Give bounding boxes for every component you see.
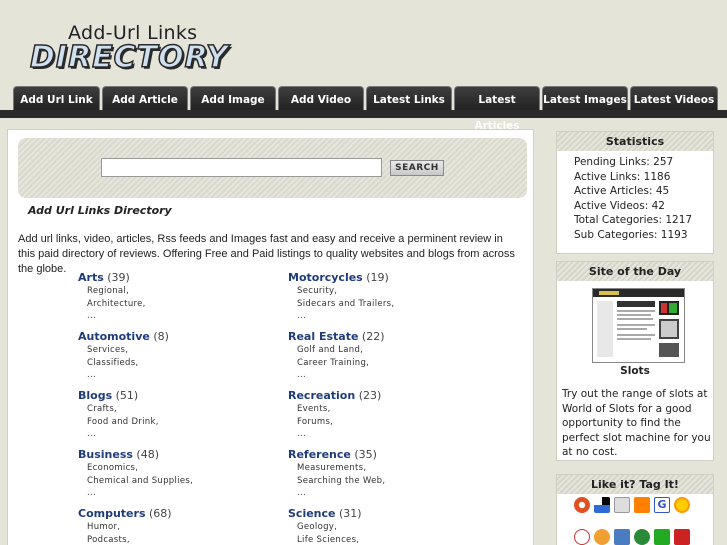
category-computers: Computers (68) Humor, Podcasts, [78, 507, 278, 545]
newsvine-icon[interactable] [614, 529, 630, 545]
subcategory-link[interactable]: Sidecars and Trailers, [288, 298, 488, 311]
statistics-title: Statistics [557, 132, 713, 151]
bookmark-icons-row-2 [574, 529, 690, 545]
category-reference: Reference (35) Measurements, Searching t… [288, 448, 488, 500]
subcategory-link[interactable]: Classifieds, [78, 357, 278, 370]
subcategory-link[interactable]: Crafts, [78, 403, 278, 416]
stat-sub-categories: Sub Categories: 1193 [574, 228, 688, 241]
delicious-icon[interactable] [594, 497, 610, 513]
logo-subtitle[interactable]: DIRECTORY [29, 39, 229, 76]
stat-active-articles: Active Articles: 45 [574, 185, 670, 197]
subcategory-link[interactable]: Career Training, [288, 357, 488, 370]
category-count: (68) [149, 507, 172, 520]
stat-pending-links: Pending Links: 257 [574, 156, 674, 168]
category-science: Science (31) Geology, Life Sciences, [288, 507, 488, 545]
site-description: Try out the range of slots at World of S… [562, 388, 711, 458]
search-box: SEARCH [18, 138, 527, 198]
site-thumbnail[interactable] [592, 288, 685, 363]
stat-active-links: Active Links: 1186 [574, 170, 671, 183]
subcategory-link[interactable]: Forums, [288, 416, 488, 429]
reddit-icon[interactable] [574, 529, 590, 545]
site-name[interactable]: Slots [557, 365, 713, 377]
category-count: (31) [339, 507, 362, 520]
nav-bar [0, 110, 727, 118]
subcategory-link[interactable]: Life Sciences, [288, 534, 488, 545]
category-link[interactable]: Science [288, 507, 336, 520]
category-link[interactable]: Recreation [288, 389, 355, 402]
page-title: Add Url Links Directory [28, 204, 172, 217]
statistics-box: Statistics Pending Links: 257 Active Lin… [556, 131, 714, 254]
category-count: (51) [115, 389, 139, 402]
main-content: SEARCH Add Url Links Directory Add url l… [7, 129, 534, 545]
furl-icon[interactable] [634, 497, 650, 513]
category-count: (35) [354, 448, 377, 461]
subcategory-link[interactable]: Measurements, [288, 462, 488, 475]
ma-gnolia-icon[interactable] [594, 529, 610, 545]
subcategory-link[interactable]: Geology, [288, 521, 488, 534]
category-link[interactable]: Business [78, 448, 133, 461]
category-count: (23) [358, 389, 382, 402]
search-input[interactable] [101, 158, 382, 177]
category-link[interactable]: Motorcycles [288, 271, 363, 284]
subcategory-link[interactable]: Security, [288, 285, 488, 298]
category-motorcycles: Motorcycles (19) Security, Sidecars and … [288, 271, 488, 323]
subcategory-link[interactable]: Economics, [78, 462, 278, 475]
category-automotive: Automotive (8) Services, Classifieds, ..… [78, 330, 278, 382]
category-count: (39) [107, 271, 130, 284]
yahoo-myweb-icon[interactable] [674, 497, 690, 513]
category-recreation: Recreation (23) Events, Forums, ... [288, 389, 488, 441]
subcategory-link[interactable]: Golf and Land, [288, 344, 488, 357]
category-link[interactable]: Real Estate [288, 330, 358, 343]
category-link[interactable]: Arts [78, 271, 104, 284]
header: Add-Url Links DIRECTORY [0, 0, 727, 88]
subcategory-link[interactable]: Architecture, [78, 298, 278, 311]
subcategory-link[interactable]: Humor, [78, 521, 278, 534]
category-arts: Arts (39) Regional, Architecture, ... [78, 271, 278, 323]
more-link[interactable]: ... [78, 428, 278, 441]
category-real-estate: Real Estate (22) Golf and Land, Career T… [288, 330, 488, 382]
stumbleupon-icon[interactable] [634, 529, 650, 545]
tag-it-box: Like it? Tag It! G [556, 474, 714, 545]
stat-total-categories: Total Categories: 1217 [574, 214, 693, 226]
magnolia-icon[interactable] [614, 497, 630, 513]
site-of-the-day-box: Site of the Day Slots Try out the range … [556, 261, 714, 461]
main-nav: Add Url Link Add Article Add Image Add V… [0, 86, 727, 132]
subcategory-link[interactable]: Regional, [78, 285, 278, 298]
category-blogs: Blogs (51) Crafts, Food and Drink, ... [78, 389, 278, 441]
bookmark-icons-row-1: G [574, 497, 690, 513]
category-link[interactable]: Computers [78, 507, 146, 520]
subcategory-link[interactable]: Events, [288, 403, 488, 416]
more-link[interactable]: ... [78, 369, 278, 382]
digg-icon[interactable] [574, 497, 590, 513]
tag-it-title: Like it? Tag It! [557, 475, 713, 494]
subcategory-link[interactable]: Podcasts, [78, 534, 278, 545]
category-link[interactable]: Reference [288, 448, 351, 461]
subcategory-link[interactable]: Services, [78, 344, 278, 357]
more-link[interactable]: ... [78, 310, 278, 323]
category-count: (19) [366, 271, 389, 284]
more-link[interactable]: ... [288, 310, 488, 323]
subcategory-link[interactable]: Food and Drink, [78, 416, 278, 429]
site-of-the-day-title: Site of the Day [557, 262, 713, 281]
category-link[interactable]: Automotive [78, 330, 150, 343]
more-link[interactable]: ... [288, 428, 488, 441]
category-link[interactable]: Blogs [78, 389, 112, 402]
category-business: Business (48) Economics, Chemical and Su… [78, 448, 278, 500]
category-count: (48) [136, 448, 160, 461]
search-button[interactable]: SEARCH [390, 160, 444, 176]
subcategory-link[interactable]: Chemical and Supplies, [78, 475, 278, 488]
stat-active-videos: Active Videos: 42 [574, 199, 665, 212]
yahoo-icon[interactable] [674, 529, 690, 545]
technorati-icon[interactable] [654, 529, 670, 545]
category-count: (22) [361, 330, 385, 343]
subcategory-link[interactable]: Searching the Web, [288, 475, 488, 488]
google-bookmarks-icon[interactable]: G [654, 497, 670, 513]
more-link[interactable]: ... [288, 487, 488, 500]
more-link[interactable]: ... [288, 369, 488, 382]
category-count: (8) [153, 330, 169, 343]
more-link[interactable]: ... [78, 487, 278, 500]
